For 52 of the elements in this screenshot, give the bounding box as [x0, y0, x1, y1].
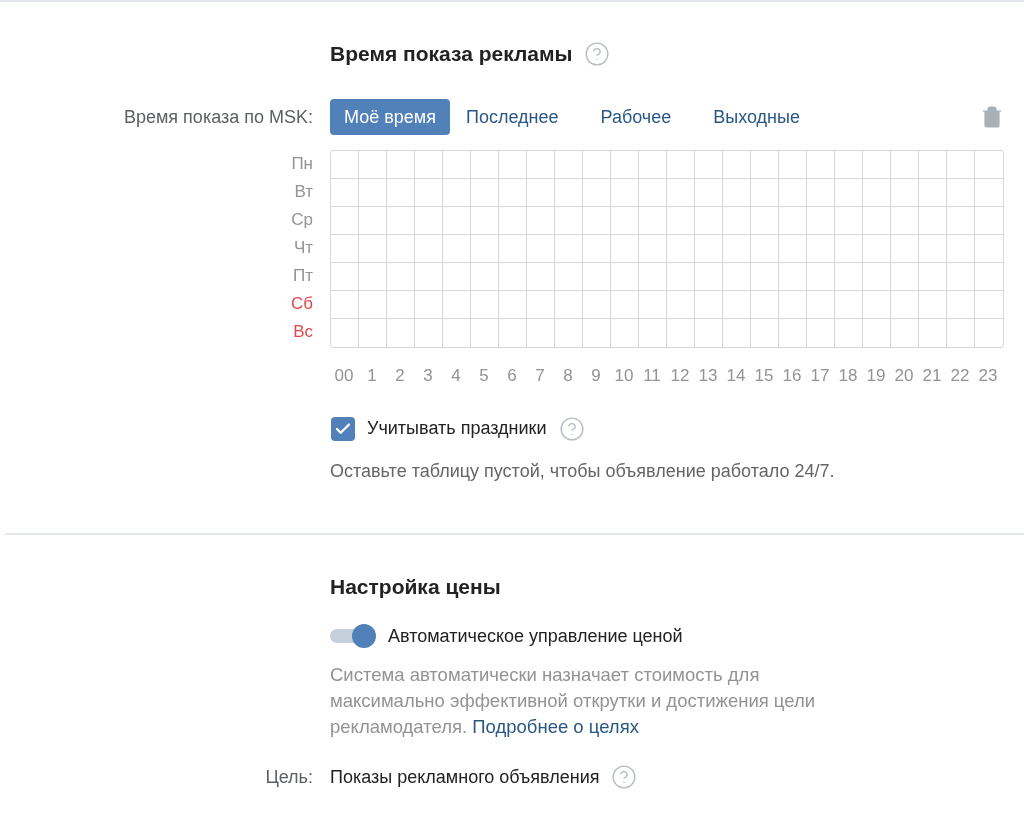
hour-label: 5: [479, 365, 489, 387]
hour-label: 6: [507, 365, 517, 387]
preset-tab[interactable]: Рабочее: [586, 99, 686, 135]
hour-label: 14: [726, 365, 746, 387]
hour-label: 7: [535, 365, 545, 387]
hour-label: 4: [451, 365, 461, 387]
goal-value: Показы рекламного объявления: [330, 765, 600, 789]
field-label: Цель:: [264, 765, 313, 789]
day-label: Вс: [293, 321, 313, 343]
hour-label: 18: [838, 365, 858, 387]
hour-label: 10: [614, 365, 634, 387]
goals-link[interactable]: Подробнее о целях: [472, 715, 639, 737]
day-label: Пн: [291, 153, 313, 175]
hour-label: 17: [810, 365, 830, 387]
checkbox-label: Учитывать праздники: [367, 417, 547, 440]
day-label: Пт: [293, 265, 313, 287]
hour-label: 23: [978, 365, 998, 387]
hour-label: 8: [563, 365, 573, 387]
day-label: Вт: [294, 181, 313, 203]
hour-label: 15: [754, 365, 774, 387]
hour-label: 00: [334, 365, 354, 387]
hour-label: 22: [950, 365, 970, 387]
field-label: Время показа по MSK:: [122, 105, 313, 129]
hint-text: Оставьте таблицу пустой, чтобы объявление работало 24/7.: [330, 460, 835, 483]
preset-tab[interactable]: Выходные: [699, 99, 814, 135]
hour-label: 20: [894, 365, 914, 387]
description-text: Система автоматически назначает стоимость для максимально эффективной открутки и достижения цели рекламодателя. Подробнее о целях: [330, 662, 817, 739]
hour-label: 2: [395, 365, 405, 387]
help-icon[interactable]: [584, 41, 611, 67]
hour-label: 12: [670, 365, 690, 387]
hour-label: 3: [423, 365, 433, 387]
preset-tab[interactable]: Моё время: [330, 99, 450, 135]
preset-tab[interactable]: Последнее: [451, 99, 573, 135]
toggle-label: Автоматическое управление ценой: [388, 624, 683, 648]
day-label: Сб: [291, 293, 313, 315]
hour-label: 13: [698, 365, 718, 387]
hour-label: 19: [866, 365, 886, 387]
hour-label: 11: [643, 365, 661, 387]
section-title: Настройка цены: [330, 574, 501, 600]
trash-icon[interactable]: [980, 105, 1004, 129]
help-icon[interactable]: [611, 764, 638, 790]
help-icon[interactable]: [558, 415, 585, 442]
schedule-grid[interactable]: [330, 150, 1004, 348]
day-label: Чт: [293, 237, 313, 259]
hour-label: 9: [591, 365, 601, 387]
day-label: Ср: [291, 209, 313, 231]
hour-label: 21: [922, 365, 942, 387]
hour-label: 1: [367, 365, 377, 387]
holidays-checkbox[interactable]: [331, 416, 355, 441]
section-title: Время показа рекламы: [330, 41, 573, 68]
hour-label: 16: [782, 365, 802, 387]
auto-toggle[interactable]: [330, 624, 376, 648]
